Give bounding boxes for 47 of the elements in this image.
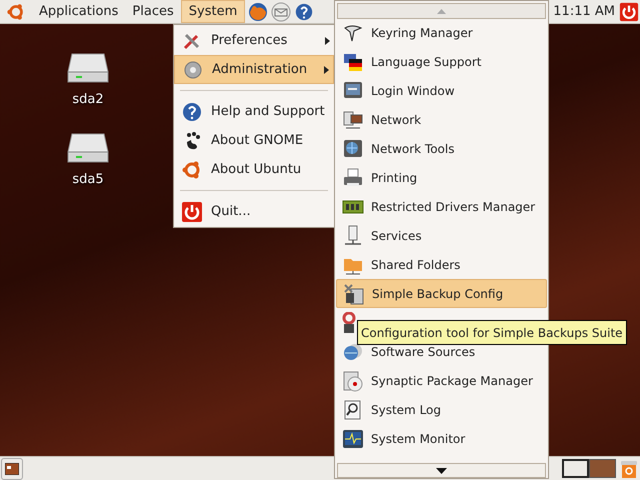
menu-item[interactable]: About Ubuntu xyxy=(174,155,334,184)
up-arrow-icon xyxy=(437,8,446,14)
menu-item[interactable]: Network xyxy=(336,105,547,134)
printer-icon xyxy=(342,166,364,188)
menu-item[interactable]: Login Window xyxy=(336,76,547,105)
panel-menu[interactable]: Places xyxy=(125,0,181,23)
workspace[interactable] xyxy=(562,459,589,478)
menu-item[interactable]: System Log xyxy=(336,395,547,424)
server-icon xyxy=(342,224,364,246)
menu-item[interactable]: Help and Support xyxy=(174,97,334,126)
activity-monitor-icon xyxy=(342,428,364,450)
panel-menu[interactable]: System xyxy=(180,0,246,23)
globe-monitor-icon xyxy=(342,138,364,160)
help-icon[interactable] xyxy=(294,2,314,22)
menu-item[interactable]: Simple Backup Config xyxy=(336,279,547,308)
drive-label[interactable]: sda2 xyxy=(72,90,104,110)
gear-icon xyxy=(182,58,204,80)
clock[interactable]: 11:11 AM xyxy=(553,2,615,22)
trash-icon[interactable] xyxy=(620,458,638,478)
power-icon xyxy=(181,200,203,222)
menu-item[interactable]: Services xyxy=(336,221,547,250)
ubuntu-logo-icon[interactable] xyxy=(6,2,26,22)
menu-item[interactable]: Language Support xyxy=(336,47,547,76)
menu-item[interactable]: Keyring Manager xyxy=(336,18,547,47)
down-arrow-icon xyxy=(436,468,447,474)
menu-item[interactable]: Administration xyxy=(174,55,334,84)
drive-label[interactable]: sda5 xyxy=(72,170,104,190)
menu-item[interactable]: Synaptic Package Manager xyxy=(336,366,547,395)
menu-item[interactable]: About GNOME xyxy=(174,126,334,155)
lifebuoy-icon xyxy=(342,312,356,334)
tooltip: Configuration tool for Simple Backups Suite xyxy=(357,320,627,345)
backup-icon xyxy=(343,282,365,304)
show-desktop-button[interactable] xyxy=(1,458,23,480)
menu-item[interactable]: Shared Folders xyxy=(336,250,547,279)
mail-icon[interactable] xyxy=(271,2,292,22)
menu-item[interactable]: Preferences xyxy=(174,26,334,55)
panel-menu[interactable]: Applications xyxy=(32,0,126,23)
menu-item[interactable]: System Monitor xyxy=(336,424,547,453)
help-icon xyxy=(181,100,203,122)
menu-item[interactable]: Restricted Drivers Manager xyxy=(336,192,547,221)
network-icon xyxy=(342,108,364,130)
power-icon[interactable] xyxy=(619,2,639,22)
desktop-icon xyxy=(5,462,19,474)
menu-item[interactable]: Network Tools xyxy=(336,134,547,163)
package-icon xyxy=(342,370,364,392)
menu-item[interactable]: Printing xyxy=(336,163,547,192)
menu-item[interactable]: Quit... xyxy=(174,197,334,226)
